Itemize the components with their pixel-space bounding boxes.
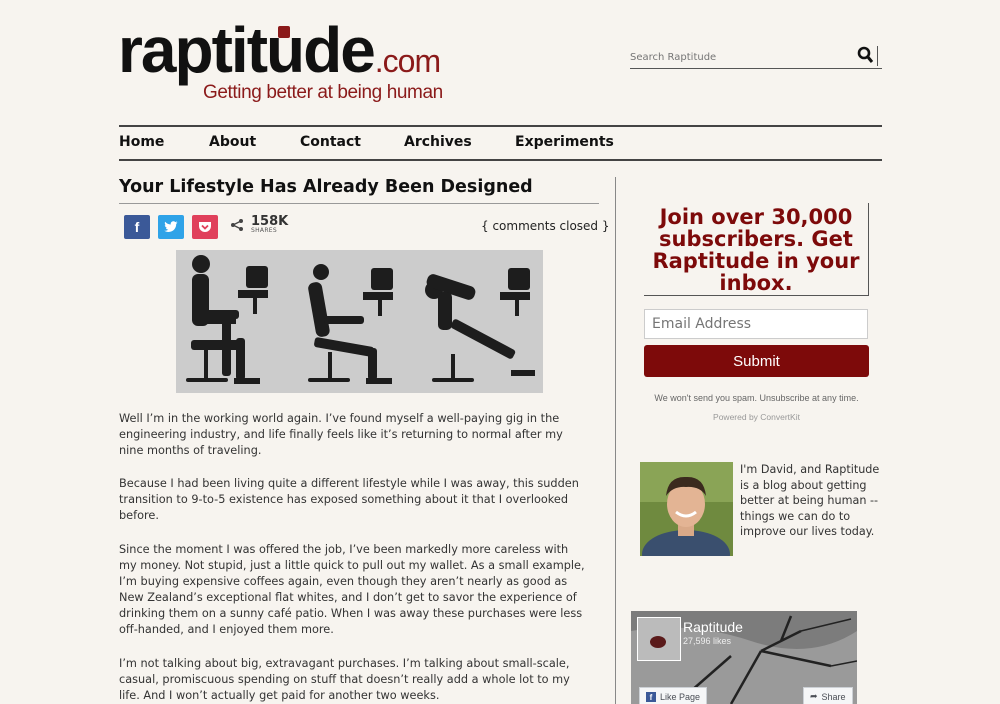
search-input[interactable]: [630, 52, 850, 63]
search-icon: [857, 46, 874, 63]
column-divider: [615, 177, 616, 704]
submit-button[interactable]: Submit: [644, 345, 869, 377]
signup-heading: Join over 30,000 subscribers. Get Raptit…: [652, 205, 860, 295]
author-avatar: [640, 462, 733, 556]
title-divider: [119, 203, 599, 204]
search-button[interactable]: [857, 46, 878, 66]
facebook-share-button[interactable]: f: [124, 215, 150, 239]
signup-box: Join over 30,000 subscribers. Get Raptit…: [644, 203, 869, 296]
share-icon: [231, 218, 243, 231]
logo-tld: .com: [374, 43, 441, 79]
share-counter: 158K SHARES: [230, 215, 288, 234]
nav-item-experiments[interactable]: Experiments: [515, 134, 614, 150]
post-title[interactable]: Your Lifestyle Has Already Been Designed: [119, 177, 533, 197]
fb-page-name[interactable]: Raptitude: [683, 619, 743, 635]
pocket-icon: [199, 222, 211, 232]
fb-page-thumb: [637, 617, 681, 661]
twitter-icon: [164, 221, 178, 232]
search-box: [630, 46, 882, 69]
logo-wordmark: raptitude: [118, 14, 376, 86]
nav-item-contact[interactable]: Contact: [300, 134, 361, 150]
email-field[interactable]: [644, 309, 868, 339]
facebook-icon: f: [646, 691, 656, 702]
powered-by-link[interactable]: Powered by ConvertKit: [644, 412, 869, 422]
fb-likes-count: 27,596 likes: [683, 636, 732, 646]
main-nav: Home About Contact Archives Experiments: [119, 125, 882, 161]
comments-status: { comments closed }: [481, 219, 610, 233]
nav-item-home[interactable]: Home: [119, 134, 164, 150]
facebook-icon: f: [134, 219, 140, 235]
no-spam-note: We won't send you spam. Unsubscribe at a…: [654, 393, 859, 403]
about-blurb: I'm David, and Raptitude is a blog about…: [740, 463, 880, 538]
fb-share-label: Share: [821, 691, 846, 702]
site-logo[interactable]: raptitude.com: [118, 18, 441, 82]
share-arrow-icon: ➦: [810, 691, 818, 701]
twitter-share-button[interactable]: [158, 215, 184, 239]
site-tagline: Getting better at being human: [203, 82, 443, 103]
nav-item-archives[interactable]: Archives: [404, 134, 472, 150]
fb-share-button[interactable]: ➦ Share: [803, 687, 853, 704]
post-paragraph: Since the moment I was offered the job, …: [119, 543, 585, 636]
post-paragraph: Well I’m in the working world again. I’v…: [119, 412, 563, 457]
fb-like-label: Like Page: [660, 691, 701, 702]
pocket-share-button[interactable]: [192, 215, 218, 239]
logo-accent-dot: [278, 26, 290, 38]
post-paragraph: I’m not talking about big, extravagant p…: [119, 657, 570, 702]
post-hero-image: [176, 250, 543, 393]
post-paragraph: Because I had been living quite a differ…: [119, 477, 579, 522]
fb-like-page-button[interactable]: f Like Page: [639, 687, 708, 704]
nav-item-about[interactable]: About: [209, 134, 256, 150]
facebook-page-widget[interactable]: Raptitude 27,596 likes f Like Page ➦ Sha…: [631, 611, 857, 704]
